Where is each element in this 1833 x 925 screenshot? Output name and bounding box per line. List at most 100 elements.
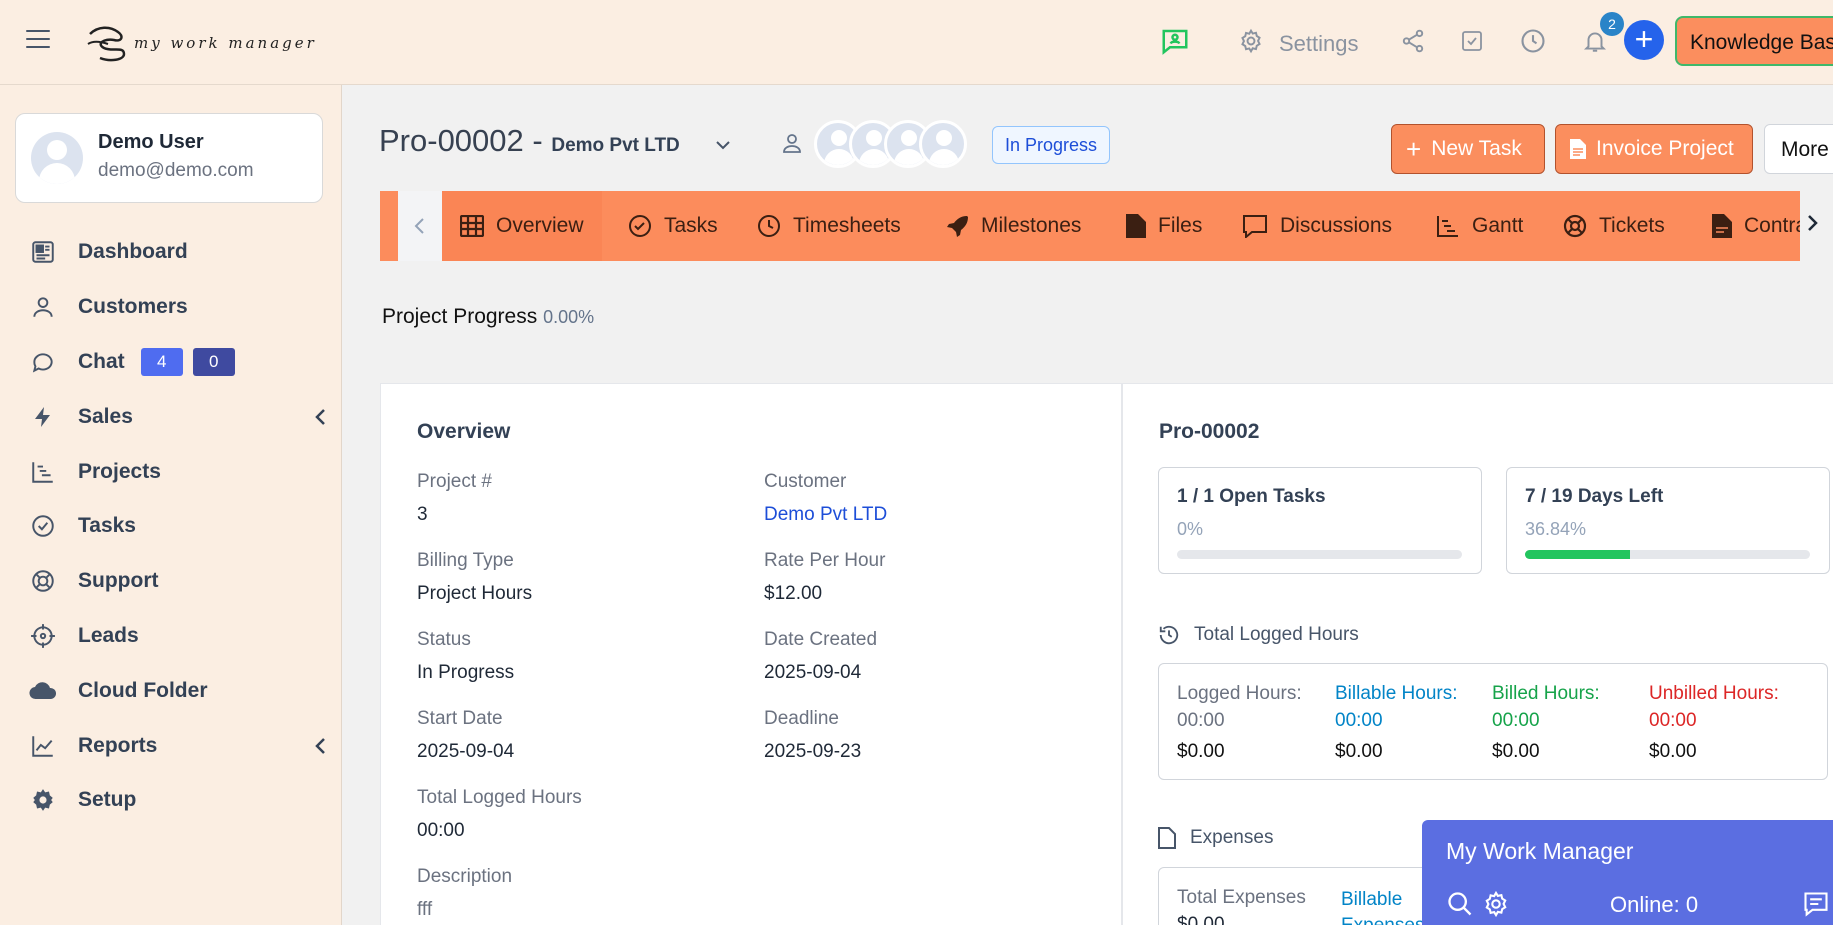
chat-unread-badge: 4 [140,348,183,376]
user-name: Demo User [98,131,204,153]
quick-add-button[interactable]: + [1624,20,1664,60]
sidebar-item-chat[interactable]: Chat 4 0 [28,342,328,382]
gear-icon[interactable] [1236,26,1266,56]
search-icon[interactable] [1446,890,1474,923]
sidebar-item-dashboard[interactable]: Dashboard [28,232,328,272]
more-button[interactable]: More [1764,124,1833,174]
notification-count-badge: 2 [1600,12,1624,36]
sidebar-item-label: Cloud Folder [78,679,208,702]
checkbox-icon[interactable] [1457,26,1487,56]
tab-timesheets[interactable]: Timesheets [757,191,901,261]
chevron-left-icon [314,407,328,432]
user-email: demo@demo.com [98,160,254,181]
days-left-card: 7 / 19 Days Left 36.84% [1506,467,1830,574]
billed-hours-col: Billed Hours: 00:00 $0.00 [1492,680,1600,765]
status-badge: In Progress [992,126,1111,164]
field-label: Rate Per Hour [764,550,886,571]
sidebar-item-label: Sales [78,405,133,428]
avatar[interactable] [919,120,967,168]
field-label: Description [417,866,513,887]
share-icon[interactable] [1398,26,1428,56]
rocket-icon [945,214,969,238]
menu-toggle-icon[interactable] [26,30,50,50]
user-card[interactable]: Demo User demo@demo.com [15,113,323,203]
logo-text: my work manager [134,34,317,52]
knowledge-base-button[interactable]: Knowledge Base [1675,16,1833,66]
hours-time: 00:00 [1177,710,1225,731]
gantt-icon [1436,214,1460,238]
start-date-value: 2025-09-04 [417,741,515,762]
total-logged-value: 00:00 [417,820,465,841]
sidebar-item-projects[interactable]: Projects [28,452,328,492]
customer-link[interactable]: Demo Pvt LTD [764,504,887,526]
chat-widget-title: My Work Manager [1446,838,1634,864]
field-label: Total Logged Hours [417,787,582,808]
tab-files[interactable]: Files [1126,191,1202,261]
sidebar-item-label: Dashboard [78,240,188,263]
tab-tasks[interactable]: Tasks [628,191,718,261]
total-expenses-label: Total Expenses [1177,887,1306,908]
field-label: Billing Type [417,550,514,571]
tab-overview[interactable]: Overview [442,191,602,261]
hours-label: Unbilled Hours: [1649,683,1779,704]
chevron-down-icon[interactable] [712,135,734,160]
expenses-heading: Expenses [1158,827,1273,849]
clock-icon[interactable] [1518,26,1548,56]
page-title: Pro-00002 - Demo Pvt LTD [379,123,680,159]
rate-value: $12.00 [764,583,823,604]
sidebar-item-reports[interactable]: Reports [28,726,328,766]
sidebar-item-label: Reports [78,734,158,757]
invoice-project-button[interactable]: Invoice Project [1555,124,1753,174]
sidebar-item-label: Tasks [78,514,136,537]
billing-type-value: Project Hours [417,583,533,604]
check-circle-icon [28,511,58,541]
plus-icon: + [1406,134,1422,164]
tab-contracts[interactable]: Contracts [1712,191,1800,261]
sidebar-item-sales[interactable]: Sales [28,397,328,437]
chat-support-icon[interactable] [1160,26,1190,56]
clock-icon [757,214,781,238]
tab-tickets[interactable]: Tickets [1563,191,1665,261]
title-separator: - [523,123,552,158]
overview-panel: Overview Project # 3 Customer Demo Pvt L… [380,383,1122,925]
total-expenses-value: $0.00 [1177,914,1225,925]
field-label: Status [417,629,471,650]
field-label: Date Created [764,629,878,650]
sidebar-item-support[interactable]: Support [28,561,328,601]
billable-expenses-label: Billable Expenses [1341,889,1424,925]
deadline-value: 2025-09-23 [764,741,862,762]
app-logo[interactable]: my work manager [84,24,324,64]
hours-time: 00:00 [1649,710,1697,731]
overview-title: Overview [417,420,511,443]
open-tasks-card: 1 / 1 Open Tasks 0% [1158,467,1482,574]
open-tasks-progress [1177,550,1462,559]
chevron-right-icon[interactable] [1805,212,1819,239]
contract-icon [1712,214,1732,238]
sidebar-item-leads[interactable]: Leads [28,616,328,656]
project-progress: Project Progress 0.00% [382,305,594,329]
history-icon [1158,624,1180,646]
gantt-icon [28,457,58,487]
field-label: Deadline [764,708,839,729]
days-left-percent: 36.84% [1525,519,1587,539]
sidebar-item-setup[interactable]: Setup [28,780,328,820]
tab-milestones[interactable]: Milestones [945,191,1081,261]
settings-link[interactable]: Settings [1279,31,1359,57]
tab-label: Tasks [664,214,718,237]
gear-icon[interactable] [1482,890,1510,923]
sidebar-item-customers[interactable]: Customers [28,287,328,327]
new-task-button[interactable]: + New Task [1391,124,1545,174]
tab-label: Timesheets [793,214,901,237]
project-members[interactable] [814,120,974,168]
sidebar-item-label: Chat [78,350,125,373]
tab-discussions[interactable]: Discussions [1242,191,1392,261]
chevron-left-icon[interactable] [398,191,442,261]
sidebar-item-cloud-folder[interactable]: Cloud Folder [28,671,328,711]
project-code: Pro-00002 [379,123,524,158]
sidebar-item-tasks[interactable]: Tasks [28,506,328,546]
user-icon [28,292,58,322]
tab-gantt[interactable]: Gantt [1436,191,1523,261]
sidebar-item-label: Projects [78,460,161,483]
chat-widget[interactable]: My Work Manager Online: 0 [1422,820,1833,925]
comment-lines-icon[interactable] [1802,890,1830,923]
